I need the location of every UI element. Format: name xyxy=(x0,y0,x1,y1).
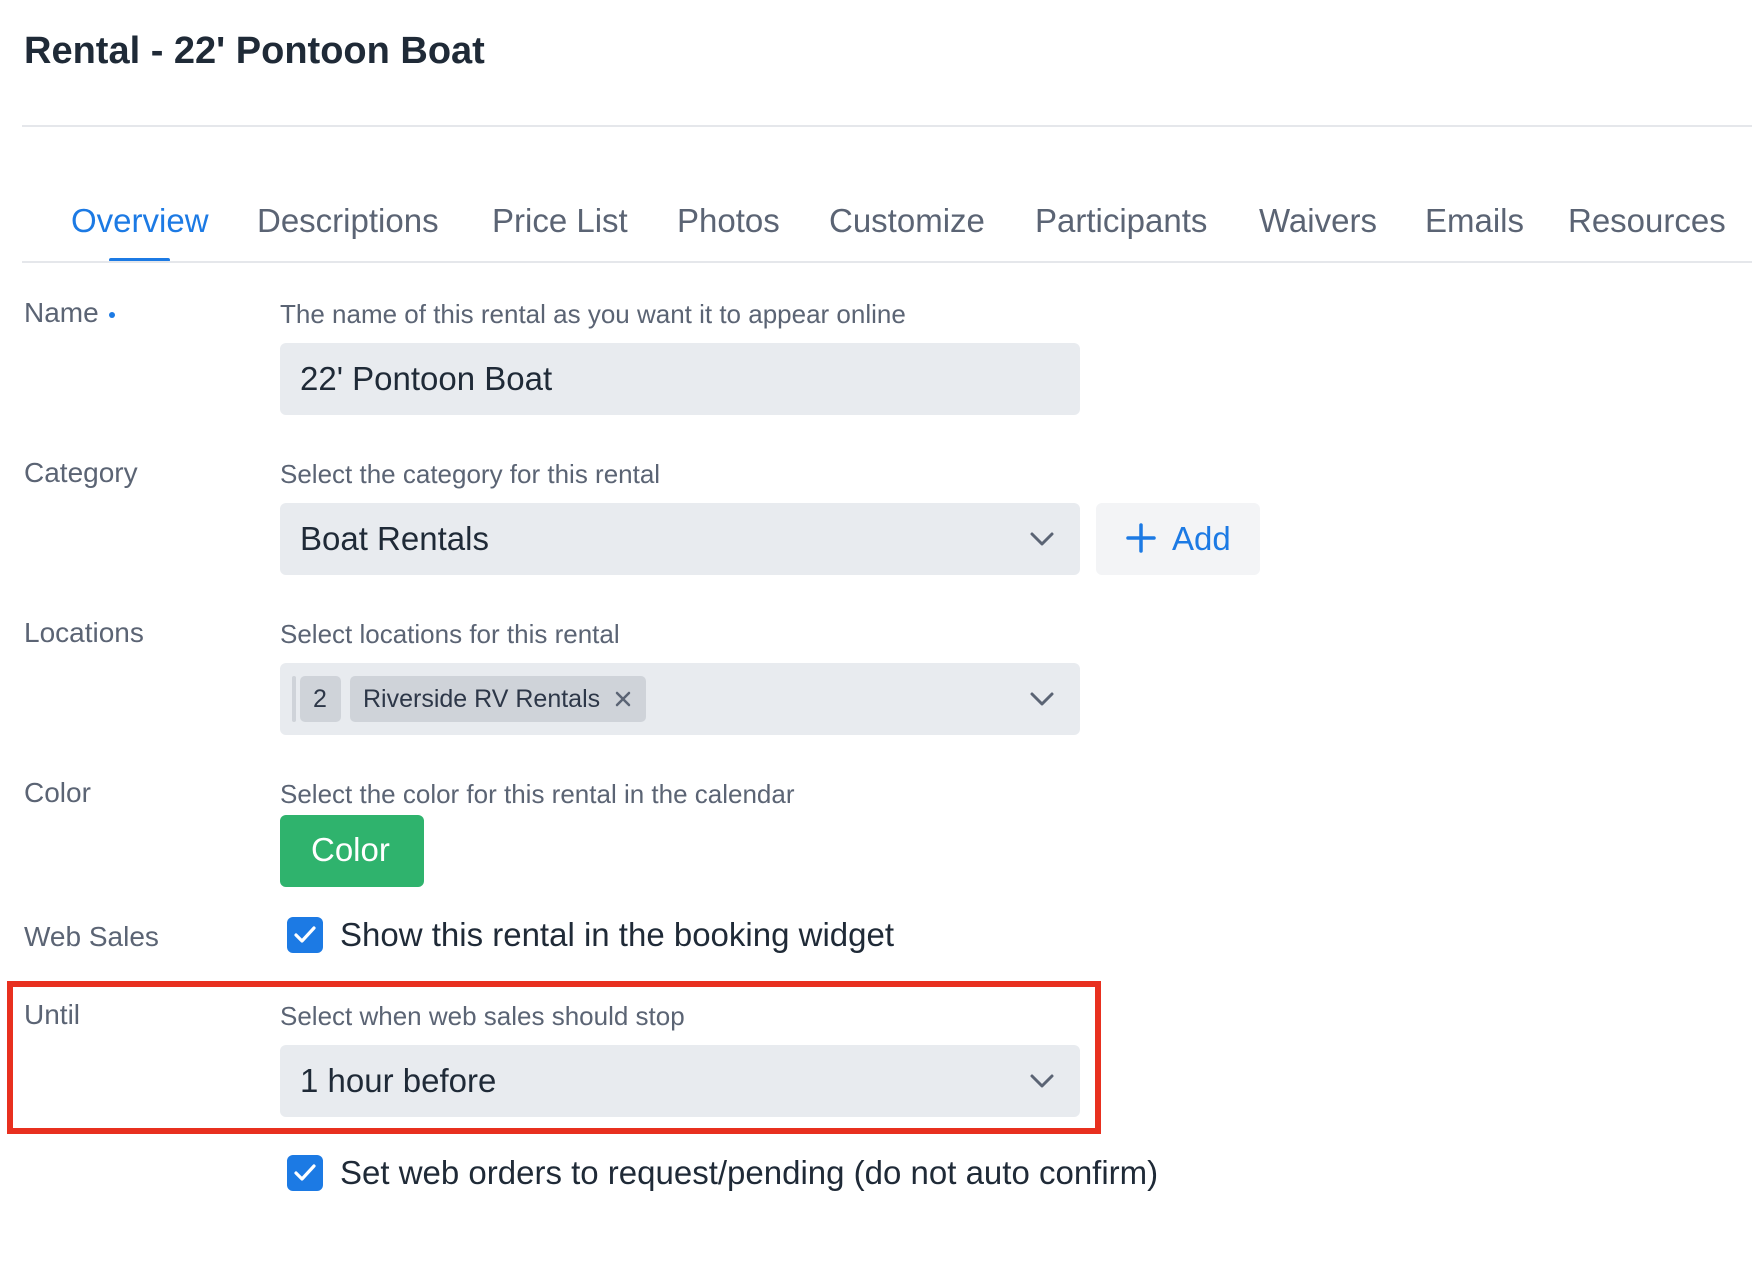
page-title: Rental - 22' Pontoon Boat xyxy=(24,30,485,72)
chevron-down-icon xyxy=(1030,692,1054,706)
category-label: Category xyxy=(24,457,138,488)
color-help: Select the color for this rental in the … xyxy=(280,779,795,809)
locations-count-badge: 2 xyxy=(300,676,341,722)
tab-customize[interactable]: Customize xyxy=(829,202,985,240)
location-chip-label: Riverside RV Rentals xyxy=(363,685,601,713)
until-select[interactable]: 1 hour before xyxy=(280,1045,1080,1117)
until-select-value: 1 hour before xyxy=(300,1062,497,1099)
tabs-divider xyxy=(22,261,1752,263)
category-help: Select the category for this rental xyxy=(280,459,661,489)
request-pending-checkbox[interactable] xyxy=(287,1155,323,1191)
check-icon xyxy=(294,926,316,943)
close-icon[interactable] xyxy=(614,690,632,708)
tab-overview[interactable]: Overview xyxy=(71,202,209,240)
web-sales-label: Web Sales xyxy=(24,921,159,952)
check-icon xyxy=(294,1164,316,1181)
color-picker-button[interactable]: Color xyxy=(280,815,424,887)
tab-waivers[interactable]: Waivers xyxy=(1259,202,1377,240)
tab-bar: Overview Descriptions Price List Photos … xyxy=(22,180,1752,262)
web-sales-checkbox[interactable] xyxy=(287,917,323,953)
required-indicator xyxy=(108,311,115,318)
tab-emails[interactable]: Emails xyxy=(1425,202,1524,240)
chevron-down-icon xyxy=(1030,1074,1054,1088)
location-chip: Riverside RV Rentals xyxy=(350,676,646,722)
tab-participants[interactable]: Participants xyxy=(1035,202,1207,240)
header-divider xyxy=(22,125,1752,127)
name-help: The name of this rental as you want it t… xyxy=(280,299,906,329)
tab-descriptions[interactable]: Descriptions xyxy=(257,202,439,240)
chevron-down-icon xyxy=(1030,532,1054,546)
name-input[interactable]: 22' Pontoon Boat xyxy=(280,343,1080,415)
locations-help: Select locations for this rental xyxy=(280,619,620,649)
color-label: Color xyxy=(24,777,91,808)
add-category-button[interactable]: Add xyxy=(1096,503,1260,575)
until-help: Select when web sales should stop xyxy=(280,1001,685,1031)
tab-price-list[interactable]: Price List xyxy=(492,202,628,240)
web-sales-checkbox-label: Show this rental in the booking widget xyxy=(340,916,895,953)
locations-label: Locations xyxy=(24,617,144,648)
tab-resources[interactable]: Resources xyxy=(1568,202,1726,240)
category-select-value: Boat Rentals xyxy=(300,520,489,557)
until-label: Until xyxy=(24,999,81,1030)
category-select[interactable]: Boat Rentals xyxy=(280,503,1080,575)
plus-icon xyxy=(1126,523,1156,553)
request-pending-checkbox-label: Set web orders to request/pending (do no… xyxy=(340,1154,1159,1191)
name-label: Name xyxy=(24,297,115,329)
tab-photos[interactable]: Photos xyxy=(677,202,780,240)
color-button-label: Color xyxy=(311,831,390,868)
name-input-value: 22' Pontoon Boat xyxy=(300,360,553,397)
locations-multiselect[interactable]: 2 Riverside RV Rentals xyxy=(280,663,1080,735)
add-category-label: Add xyxy=(1172,520,1231,557)
selection-bar xyxy=(292,676,296,722)
